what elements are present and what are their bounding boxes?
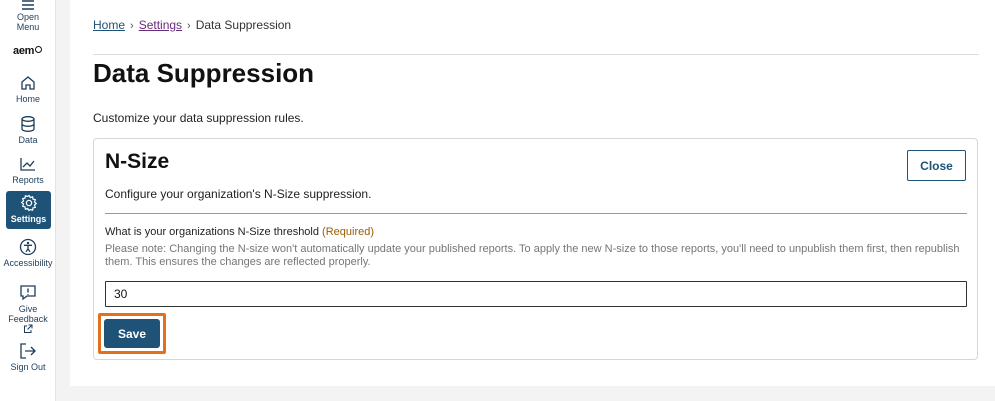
sidebar-item-home[interactable]: Home (0, 74, 56, 104)
sign-out-icon (20, 343, 36, 359)
required-indicator: (Required) (322, 226, 375, 238)
gear-icon (20, 194, 37, 212)
home-icon (21, 76, 35, 90)
sidebar-item-label: Sign Out (10, 362, 46, 372)
save-button-highlight: Save (98, 313, 166, 354)
n-size-field-label: What is your organizations N-Size thresh… (105, 226, 374, 238)
sidebar-item-label: Reports (12, 175, 44, 185)
feedback-icon (20, 285, 36, 301)
sidebar-item-data[interactable]: Data (0, 115, 56, 145)
sidebar-item-reports[interactable]: Reports (0, 155, 56, 185)
breadcrumb-current: Data Suppression (195, 18, 292, 32)
logo-text: aem (13, 45, 35, 57)
sidebar-item-label: Settings (10, 214, 47, 224)
sidebar-item-accessibility[interactable]: Accessibility (0, 238, 56, 268)
open-menu-label: Open Menu (16, 12, 40, 32)
sidebar-item-label: Home (15, 94, 40, 104)
sidebar-item-settings[interactable]: Settings (6, 191, 51, 229)
sidebar-item-give-feedback[interactable]: Give Feedback (0, 284, 56, 334)
database-icon (21, 116, 35, 132)
sidebar-item-label: Data (18, 135, 38, 145)
divider (105, 213, 967, 214)
sidebar-item-label: Give Feedback (8, 304, 48, 324)
save-button[interactable]: Save (104, 319, 160, 348)
chart-icon (20, 158, 35, 171)
open-menu-button[interactable]: Open Menu (0, 0, 56, 32)
card-title: N-Size (105, 150, 170, 173)
breadcrumb-separator: › (187, 20, 191, 32)
breadcrumb-home-link[interactable]: Home (93, 18, 125, 32)
n-size-card: N-Size Close Configure your organization… (93, 138, 978, 360)
sidebar: Open Menu aem Home Data Reports Settings… (0, 0, 56, 401)
page-description: Customize your data suppression rules. (93, 111, 304, 125)
breadcrumb-separator: › (130, 20, 134, 32)
field-label-text: What is your organizations N-Size thresh… (105, 226, 319, 238)
sidebar-item-label: Accessibility (3, 258, 53, 268)
card-description: Configure your organization's N-Size sup… (105, 187, 372, 201)
n-size-input[interactable] (105, 281, 967, 307)
aem-logo: aem (13, 45, 45, 59)
hamburger-icon (22, 0, 34, 10)
main-content: Home › Settings › Data Suppression Data Supp… (70, 0, 995, 386)
close-button[interactable]: Close (907, 150, 966, 181)
divider (93, 54, 979, 55)
sidebar-item-sign-out[interactable]: Sign Out (0, 342, 56, 372)
field-note: Please note: Changing the N-size won't a… (105, 243, 960, 268)
breadcrumb: Home › Settings › Data Suppression (93, 18, 291, 32)
accessibility-icon (19, 238, 37, 256)
breadcrumb-settings-link[interactable]: Settings (139, 18, 182, 32)
page-title: Data Suppression (93, 58, 315, 88)
external-link-icon (24, 324, 33, 333)
